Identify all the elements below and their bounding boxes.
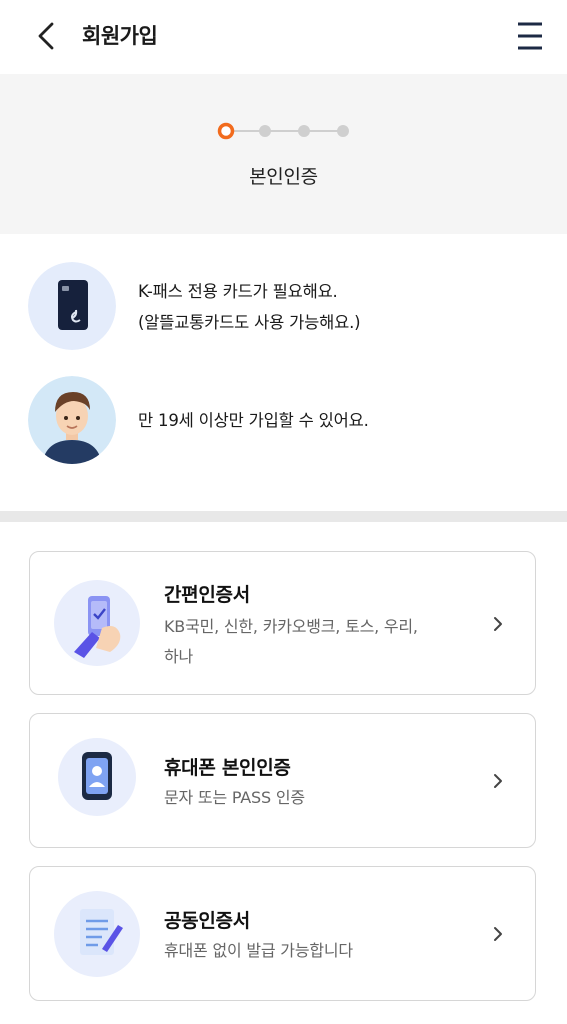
option-title: 간편인증서 bbox=[164, 584, 250, 606]
step-dot-3 bbox=[298, 125, 310, 137]
chevron-right-icon bbox=[494, 617, 502, 631]
hamburger-menu-icon[interactable] bbox=[512, 20, 548, 52]
joint-certificate-option[interactable]: 공동인증서 휴대폰 없이 발급 가능합니다 bbox=[29, 866, 536, 1001]
option-subtitle-line: KB국민, 신한, 카카오뱅크, 토스, 우리, bbox=[164, 617, 418, 636]
simple-certificate-option[interactable]: 간편인증서 KB국민, 신한, 카카오뱅크, 토스, 우리, 하나 bbox=[29, 551, 536, 695]
document-pen-icon bbox=[54, 891, 140, 977]
info-line: 만 19세 이상만 가입할 수 있어요. bbox=[138, 411, 369, 430]
step-dot-2 bbox=[259, 125, 271, 137]
phone-verification-option[interactable]: 휴대폰 본인인증 문자 또는 PASS 인증 bbox=[29, 713, 536, 848]
step-dot-1-active bbox=[217, 122, 235, 140]
info-card-required: K-패스 전용 카드가 필요해요. (알뜰교통카드도 사용 가능해요.) bbox=[28, 262, 548, 352]
back-arrow-icon[interactable] bbox=[30, 18, 66, 54]
person-avatar-icon bbox=[28, 376, 116, 464]
current-step-label: 본인인증 bbox=[249, 166, 318, 188]
step-progress bbox=[217, 122, 349, 140]
option-subtitle-line: 하나 bbox=[164, 647, 194, 666]
option-title: 공동인증서 bbox=[164, 910, 250, 932]
option-title: 휴대폰 본인인증 bbox=[164, 757, 291, 779]
mobile-phone-icon bbox=[58, 738, 136, 816]
info-line: K-패스 전용 카드가 필요해요. bbox=[138, 282, 338, 301]
info-line: (알뜰교통카드도 사용 가능해요.) bbox=[138, 313, 361, 332]
step-dot-4 bbox=[337, 125, 349, 137]
option-subtitle: 휴대폰 없이 발급 가능합니다 bbox=[164, 941, 353, 960]
chevron-right-icon bbox=[494, 927, 502, 941]
kpass-card-icon bbox=[28, 262, 116, 350]
app-header: 회원가입 bbox=[0, 0, 567, 74]
info-text-age: 만 19세 이상만 가입할 수 있어요. bbox=[138, 405, 369, 436]
section-divider bbox=[0, 511, 567, 522]
page-title: 회원가입 bbox=[82, 24, 158, 48]
phone-checkmark-icon bbox=[54, 580, 140, 666]
option-subtitle: 문자 또는 PASS 인증 bbox=[164, 788, 305, 807]
info-age-requirement: 만 19세 이상만 가입할 수 있어요. bbox=[28, 376, 548, 466]
option-subtitle: KB국민, 신한, 카카오뱅크, 토스, 우리, 하나 bbox=[164, 612, 484, 672]
step-indicator-section: 본인인증 bbox=[0, 74, 567, 234]
info-text-card: K-패스 전용 카드가 필요해요. (알뜰교통카드도 사용 가능해요.) bbox=[138, 276, 361, 338]
chevron-right-icon bbox=[494, 774, 502, 788]
